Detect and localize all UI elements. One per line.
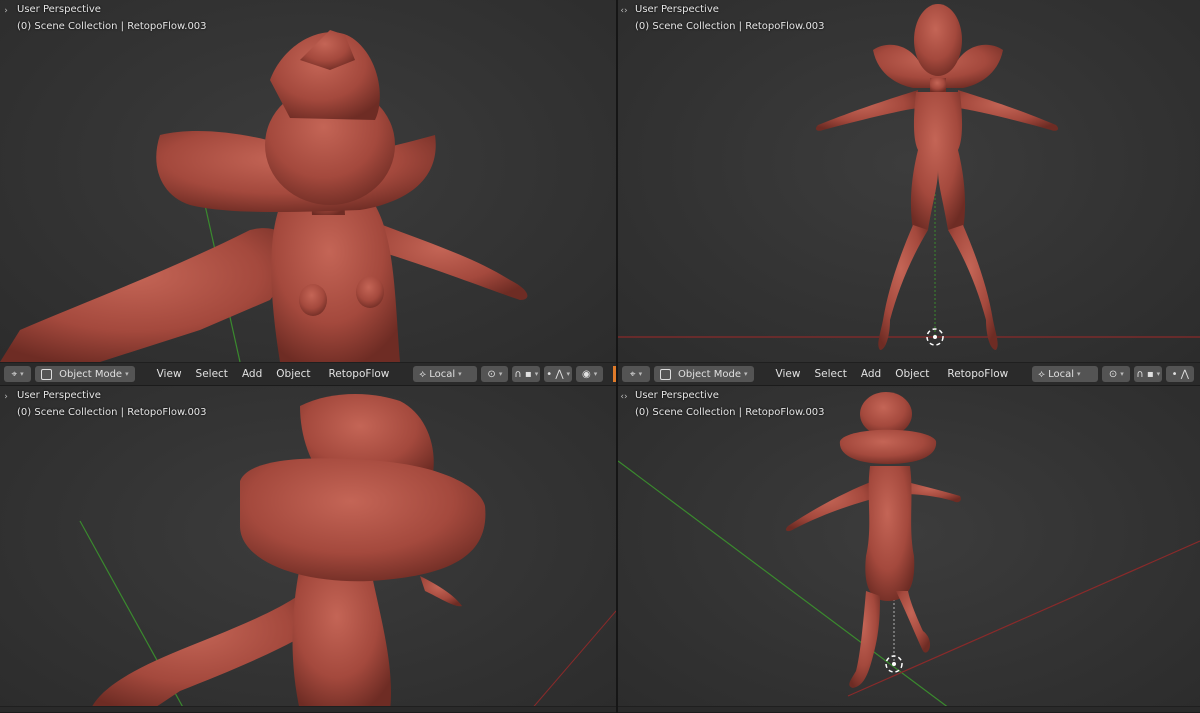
pivot-point-dropdown[interactable]: ⊙ ▾ [1102,366,1131,382]
character-model [785,392,961,688]
character-model [90,394,486,711]
menu-select[interactable]: Select [814,368,846,380]
orientation-icon: ⟡ [1038,368,1045,380]
menu-retopoflow[interactable]: RetopoFlow [947,368,1008,380]
viewport-top-left[interactable]: › User Perspective (0) Scene Collection … [0,0,616,362]
proportional-edit-toggle[interactable]: • ⋀ [1166,366,1195,382]
viewport-scene [618,4,1200,350]
viewport-header: ⌖ ▾ Object Mode ▾ View Select Add Object … [618,362,1200,386]
menu-object[interactable]: Object [895,368,929,380]
object-mode-label: Object Mode [59,368,123,380]
menu-object[interactable]: Object [276,368,310,380]
object-mode-icon [660,368,671,380]
viewport-header [618,706,1200,713]
chevron-split-icon[interactable]: ‹› [618,4,630,18]
chevron-split-icon[interactable]: ‹› [618,390,630,404]
editor-type-button[interactable]: ⌖ ▾ [622,366,650,382]
character-model [0,30,528,362]
object-mode-label: Object Mode [678,368,741,380]
chevron-right-icon[interactable]: › [0,390,12,404]
viewport-title: User Perspective [17,4,101,15]
cursor-view-icon: ⌖ [629,368,636,380]
object-mode-icon [41,368,53,380]
transform-orientation-dropdown[interactable]: ⟡ Local ▾ [1032,366,1099,382]
viewport-title: User Perspective [635,390,719,401]
snap-toggle[interactable]: ∩ ▪ ▾ [1134,366,1163,382]
viewport-collection-info: (0) Scene Collection | RetopoFlow.003 [635,407,825,418]
object-mode-dropdown[interactable]: Object Mode ▾ [654,366,754,382]
eye-icon: ◉ [581,368,591,380]
magnet-icon: ∩ [514,368,522,380]
pivot-icon: ⊙ [1108,368,1118,380]
transform-orientation-dropdown[interactable]: ⟡ Local ▾ [413,366,478,382]
menu-view[interactable]: View [157,368,182,380]
viewport-top-right[interactable]: ‹› User Perspective (0) Scene Collection… [618,0,1200,362]
viewport-collection-info: (0) Scene Collection | RetopoFlow.003 [17,21,207,32]
area-divider[interactable] [616,0,618,711]
viewport-bottom-left[interactable]: › User Perspective (0) Scene Collection … [0,386,616,711]
cursor-view-icon: ⌖ [11,368,18,380]
menu-add[interactable]: Add [861,368,881,380]
3d-cursor-icon [885,655,903,673]
viewport-scene [0,30,528,362]
viewport-scene [618,392,1200,711]
pivot-icon: ⊙ [487,368,496,380]
character-model [815,4,1059,350]
menu-select[interactable]: Select [196,368,228,380]
magnet-icon: ∩ [1136,368,1144,380]
viewport-header [0,706,616,713]
menu-add[interactable]: Add [242,368,262,380]
snap-toggle[interactable]: ∩ ▪ ▾ [512,366,541,382]
viewport-bottom-right[interactable]: ‹› User Perspective (0) Scene Collection… [618,386,1200,711]
viewport-title: User Perspective [635,4,719,15]
transform-orientation-label: Local [429,368,456,380]
falloff-icon: • [1171,368,1178,380]
x-axis-line [529,610,616,711]
orientation-icon: ⟡ [419,368,426,380]
pivot-point-dropdown[interactable]: ⊙ ▾ [481,366,509,382]
object-mode-dropdown[interactable]: Object Mode ▾ [35,366,135,382]
menu-retopoflow[interactable]: RetopoFlow [328,368,389,380]
viewport-header: ⌖ ▾ Object Mode ▾ View Select Add Object … [0,362,616,386]
editor-type-button[interactable]: ⌖ ▾ [4,366,32,382]
chevron-right-icon[interactable]: › [0,4,12,18]
visibility-dropdown[interactable]: ◉ ▾ [576,366,604,382]
viewport-title: User Perspective [17,390,101,401]
viewport-scene [79,394,616,711]
viewport-collection-info: (0) Scene Collection | RetopoFlow.003 [17,407,207,418]
menu-view[interactable]: View [776,368,801,380]
transform-orientation-label: Local [1048,368,1075,380]
proportional-edit-toggle[interactable]: • ⋀ ▾ [544,366,573,382]
viewport-collection-info: (0) Scene Collection | RetopoFlow.003 [635,21,825,32]
falloff-icon: • [546,368,553,380]
